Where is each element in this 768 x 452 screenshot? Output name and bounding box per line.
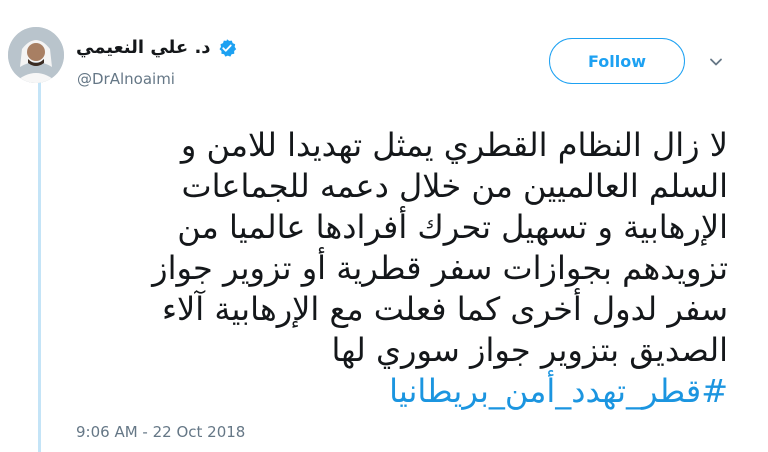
avatar-image	[8, 27, 64, 83]
chevron-down-icon[interactable]	[707, 53, 725, 71]
tweet-line: تزويدهم بجوازات سفر قطرية أو تزوير جواز	[152, 249, 728, 287]
avatar[interactable]	[8, 27, 64, 83]
tweet-line: السلم العالميين من خلال دعمه للجماعات	[181, 167, 728, 205]
tweet-text: لا زال النظام القطري يمثل تهديدا للامن و…	[88, 125, 728, 412]
tweet-line: سفر لدول أخرى كما فعلت مع الإرهابية آلاء	[161, 290, 728, 328]
verified-badge-icon	[217, 38, 237, 58]
author-display-name[interactable]: د. علي النعيمي	[76, 37, 211, 58]
tweet-line: لا زال النظام القطري يمثل تهديدا للامن و	[180, 126, 728, 164]
tweet-line: الصديق بتزوير جواز سوري لها	[331, 331, 728, 369]
follow-button[interactable]: Follow	[549, 38, 685, 84]
author-name-row: د. علي النعيمي	[76, 37, 237, 58]
thread-line	[38, 82, 41, 452]
tweet-timestamp[interactable]: 9:06 AM - 22 Oct 2018	[76, 423, 245, 441]
hashtag-link[interactable]: #قطر_تهدد_أمن_بريطانيا	[88, 371, 728, 412]
author-handle[interactable]: @DrAlnoaimi	[77, 70, 175, 88]
tweet-line: الإرهابية و تسهيل تحرك أفرادها عالميا من	[177, 208, 728, 246]
